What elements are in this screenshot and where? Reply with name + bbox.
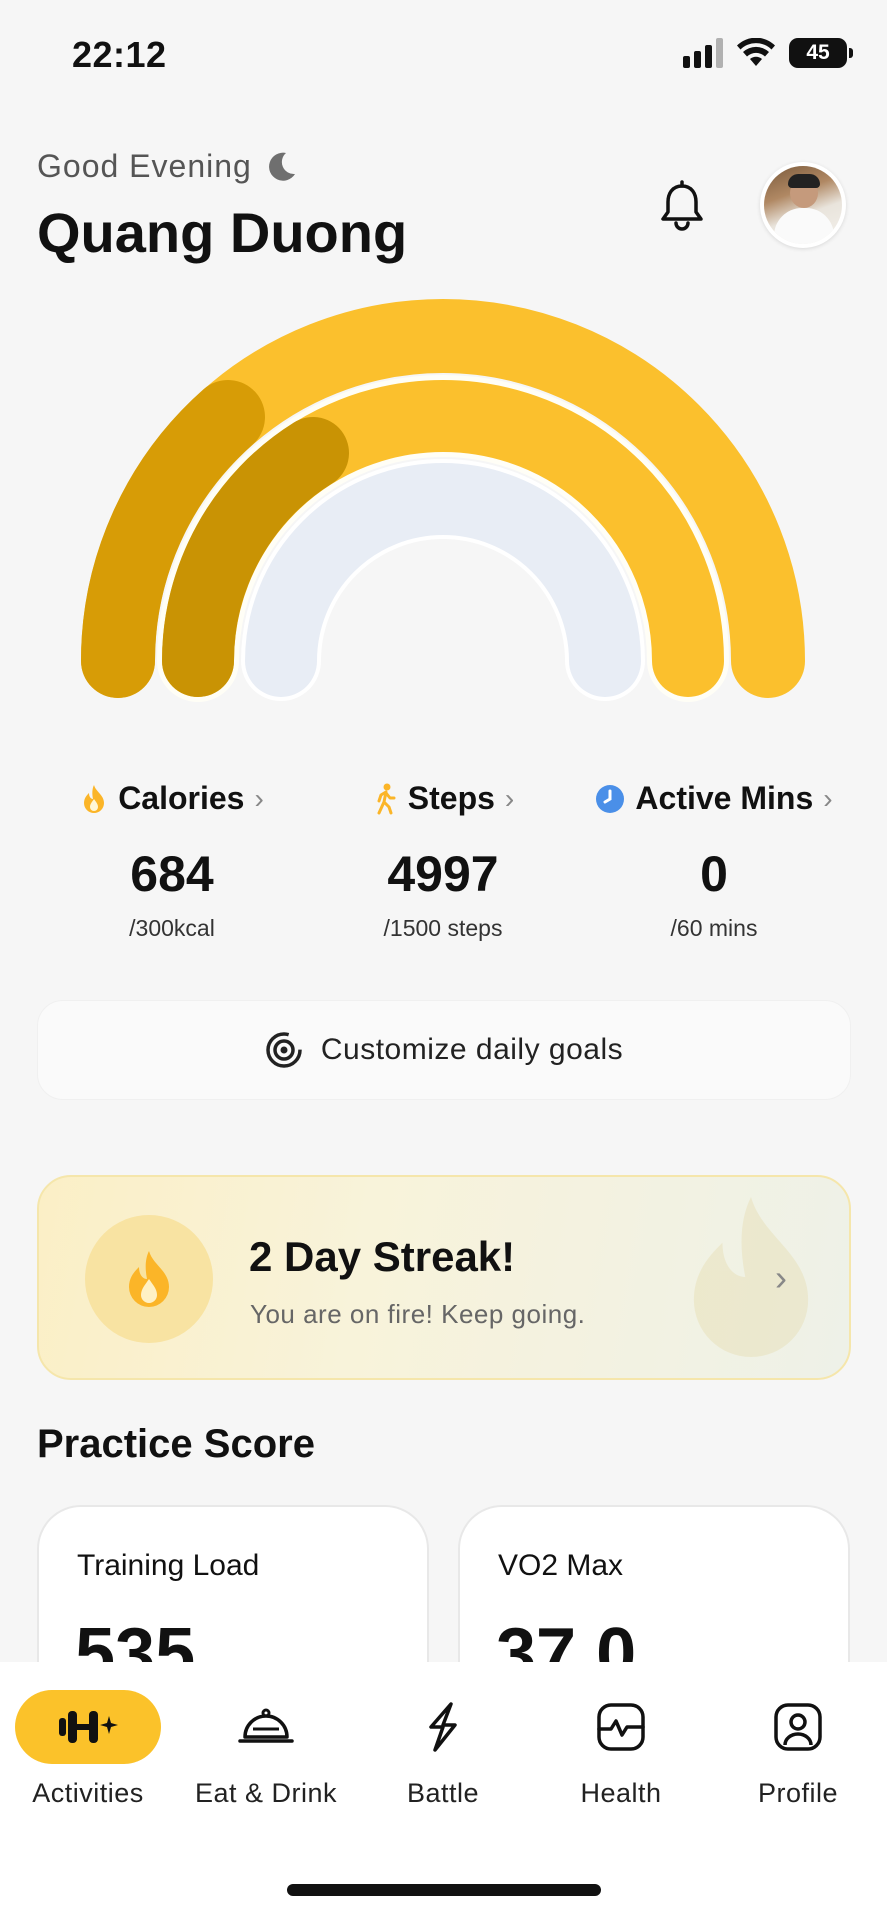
dumbbell-icon — [59, 1711, 118, 1743]
metric-calories[interactable]: Calories › 684 /300kcal — [32, 780, 312, 942]
chevron-right-icon: › — [775, 1257, 787, 1298]
tab-label: Profile — [757, 1778, 839, 1808]
tab-icon-pill — [15, 1690, 161, 1764]
streak-subtitle: You are on fire! Keep going. — [250, 1299, 586, 1329]
target-icon — [266, 1032, 302, 1068]
tab-health[interactable]: Health — [536, 1690, 706, 1809]
metric-label: Calories — [118, 780, 245, 816]
user-name: Quang Duong — [37, 201, 408, 264]
moon-icon — [268, 152, 295, 181]
status-icons: 45 — [683, 38, 853, 68]
tab-label: Health — [580, 1778, 662, 1808]
avatar[interactable] — [760, 162, 846, 248]
metric-steps[interactable]: Steps › 4997 /1500 steps — [303, 780, 583, 942]
chevron-right-icon: › — [504, 782, 515, 814]
avatar-photo — [764, 166, 842, 244]
home-indicator — [287, 1884, 601, 1896]
tab-label: Eat & Drink — [194, 1778, 338, 1808]
status-time: 22:12 — [72, 34, 167, 75]
practice-score-title: Practice Score — [37, 1422, 315, 1466]
clock-icon — [596, 784, 625, 813]
metric-head: Active Mins › — [574, 780, 854, 817]
flame-icon — [129, 1251, 169, 1307]
score-label: VO2 Max — [498, 1549, 624, 1582]
battery-indicator: 45 — [789, 38, 853, 68]
flame-watermark-icon — [693, 1197, 809, 1357]
tab-eat-drink[interactable]: Eat & Drink — [181, 1690, 351, 1809]
customize-goals-button[interactable]: Customize daily goals — [37, 1000, 851, 1100]
metric-active-mins[interactable]: Active Mins › 0 /60 mins — [574, 780, 854, 942]
score-label: Training Load — [77, 1549, 260, 1582]
flame-icon — [84, 784, 105, 813]
metric-goal: /60 mins — [670, 915, 758, 941]
chevron-right-icon: › — [823, 782, 833, 814]
tab-profile[interactable]: Profile — [713, 1690, 883, 1809]
tab-battle[interactable]: Battle — [358, 1690, 528, 1809]
wifi-icon — [737, 38, 775, 66]
walking-icon — [377, 783, 396, 814]
tab-label: Activities — [32, 1778, 144, 1808]
metric-value: 684 — [130, 846, 214, 902]
status-bar: 22:12 45 — [0, 0, 887, 110]
metric-label: Steps — [407, 780, 495, 816]
notification-bell-icon[interactable] — [654, 178, 710, 234]
lightning-icon — [429, 1702, 457, 1752]
streak-badge — [85, 1215, 213, 1343]
heart-monitor-icon — [597, 1703, 645, 1751]
streak-card[interactable]: 2 Day Streak! You are on fire! Keep goin… — [37, 1175, 851, 1380]
customize-label: Customize daily goals — [320, 1033, 624, 1066]
chevron-right-icon: › — [254, 782, 264, 814]
food-cover-icon — [238, 1708, 294, 1743]
tab-bar: Activities Eat & Drink Battle Health Pro… — [0, 1662, 887, 1920]
metric-head: Calories › — [32, 780, 312, 817]
metric-head: Steps › — [303, 780, 583, 817]
metric-goal: /300kcal — [129, 915, 215, 941]
cellular-signal-icon — [683, 38, 723, 68]
tab-label: Battle — [406, 1778, 480, 1808]
metric-value: 0 — [700, 846, 728, 902]
tab-activities[interactable]: Activities — [3, 1690, 173, 1809]
metric-value: 4997 — [387, 846, 499, 902]
metric-goal: /1500 steps — [383, 915, 503, 941]
greeting-text: Good Evening — [37, 148, 252, 184]
greeting: Good Evening — [37, 148, 298, 185]
metric-label: Active Mins — [635, 780, 814, 816]
streak-title: 2 Day Streak! — [249, 1233, 516, 1280]
profile-icon — [774, 1703, 822, 1751]
active-mins-ring — [245, 463, 641, 697]
activity-rings — [80, 299, 805, 702]
